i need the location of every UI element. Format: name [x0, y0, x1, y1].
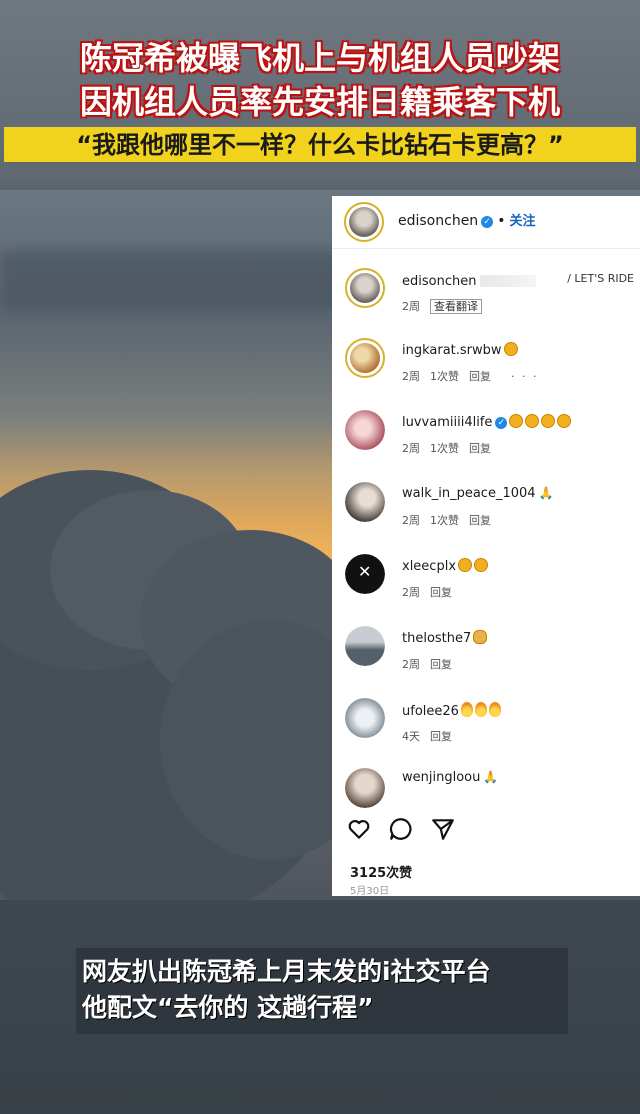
comment-item: thelosthe7 2周 回复: [332, 624, 640, 694]
comment-item: walk_in_peace_1004 🙏 2周 1次赞 回复: [332, 480, 640, 550]
caption-meta: 2周 查看翻译: [402, 298, 492, 314]
heart-icon[interactable]: [346, 816, 372, 842]
instagram-post-panel: edisonchen ✓ • 关注 edisonchen / LET'S RIDE 2…: [332, 196, 640, 896]
comment-username[interactable]: xleecplx: [402, 559, 456, 574]
comment-likes[interactable]: 1次赞: [430, 370, 459, 383]
comment-item: luvvamiiii4life ✓ 2周 1次赞 回复: [332, 408, 640, 478]
comment-item: ufolee26 4天 回复: [332, 696, 640, 766]
comment-meta: 4天 回复: [402, 728, 462, 744]
comment-time: 2周: [402, 442, 420, 455]
verified-badge-icon: ✓: [495, 417, 508, 429]
video-subtitle: 网友扒出陈冠希上月末发的i社交平台 他配文“去你的 这趟行程”: [76, 948, 568, 1034]
likes-count[interactable]: 3125次赞: [350, 862, 412, 881]
fire-emoji-icon: [460, 702, 473, 717]
post-caption: edisonchen / LET'S RIDE 2周 查看翻译: [332, 264, 640, 334]
comment-meta: 2周 回复: [402, 584, 462, 600]
post-date: 5月30日: [350, 886, 390, 896]
comment-meta: 2周 1次赞 回复: [402, 512, 501, 528]
hands-emoji-icon: 🙏: [538, 486, 554, 500]
comment-username[interactable]: wenjingloou: [402, 770, 480, 785]
avatar[interactable]: [345, 268, 385, 308]
blurred-text: [480, 275, 537, 287]
avatar[interactable]: [345, 768, 385, 808]
smile-emoji-icon: [458, 558, 473, 572]
avatar[interactable]: [345, 482, 385, 522]
smile-emoji-icon: [525, 414, 540, 428]
fire-emoji-icon: [474, 702, 487, 717]
fire-emoji-icon: [488, 702, 501, 717]
more-options-icon[interactable]: · · ·: [511, 370, 538, 383]
separator-dot: •: [497, 213, 506, 229]
avatar[interactable]: [344, 202, 384, 242]
comment-likes[interactable]: 1次赞: [430, 442, 459, 455]
caption-username[interactable]: edisonchen: [402, 274, 540, 289]
verified-badge-icon: ✓: [481, 216, 494, 228]
avatar-logo: ✕: [358, 562, 372, 581]
comment-username[interactable]: ufolee26: [402, 704, 459, 719]
comment-username[interactable]: ingkarat.srwbw: [402, 343, 502, 358]
smile-emoji-icon: [541, 414, 556, 428]
comment-time: 2周: [402, 586, 420, 599]
caption-text: / LET'S RIDE: [567, 272, 634, 285]
reply-button[interactable]: 回复: [430, 730, 452, 743]
comment-body: thelosthe7: [402, 630, 488, 646]
smile-emoji-icon: [557, 414, 572, 428]
comment-item: ✕ xleecplx 2周 回复: [332, 552, 640, 622]
comment-body: luvvamiiii4life ✓: [402, 414, 572, 430]
comment-body: xleecplx: [402, 558, 489, 574]
comment-time: 2周: [402, 658, 420, 671]
reply-button[interactable]: 回复: [469, 442, 491, 455]
see-translation-button[interactable]: 查看翻译: [430, 299, 482, 314]
comment-body: ufolee26: [402, 702, 501, 719]
follow-button[interactable]: 关注: [509, 214, 535, 229]
reply-button[interactable]: 回复: [430, 658, 452, 671]
comment-meta: 2周 回复: [402, 656, 462, 672]
comment-time: 2周: [402, 300, 420, 313]
comment-body: wenjingloou 🙏: [402, 770, 498, 785]
comment-icon[interactable]: [388, 816, 414, 842]
avatar[interactable]: [345, 626, 385, 666]
comment-item: ingkarat.srwbw 2周 1次赞 回复 · · ·: [332, 336, 640, 406]
reply-button[interactable]: 回复: [469, 514, 491, 527]
post-author: edisonchen ✓ • 关注: [398, 210, 535, 229]
avatar[interactable]: [345, 410, 385, 450]
headline-quote: “我跟他哪里不一样？什么卡比钻石卡更高？”: [4, 127, 636, 162]
comment-body: ingkarat.srwbw: [402, 342, 518, 358]
avatar[interactable]: [345, 338, 385, 378]
comment-username[interactable]: luvvamiiii4life: [402, 415, 492, 430]
reply-button[interactable]: 回复: [469, 370, 491, 383]
smile-emoji-icon: [474, 558, 489, 572]
comment-meta: 2周 1次赞 回复: [402, 440, 501, 456]
comment-item: wenjingloou 🙏: [332, 766, 640, 836]
comment-username[interactable]: walk_in_peace_1004: [402, 486, 536, 501]
comment-meta: 2周 1次赞 回复 · · ·: [402, 368, 548, 384]
hands-emoji-icon: 🙏: [483, 770, 499, 784]
username-link[interactable]: edisonchen: [398, 213, 478, 229]
headline-line-1: 陈冠希被曝飞机上与机组人员吵架: [79, 39, 560, 77]
smile-emoji-icon: [503, 342, 518, 356]
comment-time: 4天: [402, 730, 420, 743]
reply-button[interactable]: 回复: [430, 586, 452, 599]
avatar[interactable]: ✕: [345, 554, 385, 594]
comment-time: 2周: [402, 514, 420, 527]
comment-username[interactable]: thelosthe7: [402, 631, 471, 646]
headline-banner: 陈冠希被曝飞机上与机组人员吵架 因机组人员率先安排日籍乘客下机 “我跟他哪里不一…: [0, 42, 640, 162]
comment-time: 2周: [402, 370, 420, 383]
post-header: edisonchen ✓ • 关注: [332, 196, 640, 249]
subtitle-line-1: 网友扒出陈冠希上月末发的i社交平台: [82, 957, 491, 986]
avatar[interactable]: [345, 698, 385, 738]
comment-body: walk_in_peace_1004 🙏: [402, 486, 554, 501]
headline-line-2: 因机组人员率先安排日籍乘客下机: [79, 83, 560, 121]
comment-likes[interactable]: 1次赞: [430, 514, 459, 527]
clap-emoji-icon: [473, 630, 488, 644]
smile-emoji-icon: [509, 414, 524, 428]
subtitle-line-2: 他配文“去你的 这趟行程”: [82, 993, 374, 1022]
share-icon[interactable]: [430, 816, 456, 842]
